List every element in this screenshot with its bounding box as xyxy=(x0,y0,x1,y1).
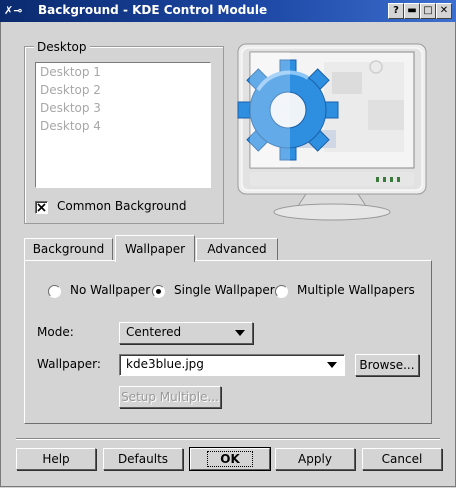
title-bar[interactable]: ✗⊸ Background - KDE Control Module ? ▬ □… xyxy=(0,0,456,22)
no-wallpaper-label[interactable]: No Wallpaper xyxy=(70,283,150,297)
apply-button[interactable]: Apply xyxy=(275,448,355,470)
no-wallpaper-radio[interactable] xyxy=(48,285,61,298)
list-item[interactable]: Desktop 4 xyxy=(40,119,101,133)
tab-advanced-label: Advanced xyxy=(207,242,267,256)
chevron-down-icon xyxy=(235,330,245,336)
browse-button[interactable]: Browse... xyxy=(355,354,419,376)
cancel-button[interactable]: Cancel xyxy=(362,448,442,470)
common-background-label[interactable]: Common Background xyxy=(57,199,186,213)
window-title: Background - KDE Control Module xyxy=(38,3,268,17)
radio-selected-dot xyxy=(156,289,161,294)
ok-button-label: OK xyxy=(207,451,253,467)
multiple-wallpapers-radio[interactable] xyxy=(275,285,288,298)
monitor-preview xyxy=(236,42,430,222)
help-window-button[interactable]: ? xyxy=(388,3,404,19)
desktop-list[interactable]: Desktop 1 Desktop 2 Desktop 3 Desktop 4 xyxy=(35,62,211,188)
mode-select[interactable]: Centered xyxy=(119,322,253,344)
mode-value: Centered xyxy=(126,325,182,339)
tab-advanced[interactable]: Advanced xyxy=(196,238,278,261)
list-item[interactable]: Desktop 3 xyxy=(40,101,101,115)
maximize-button[interactable]: □ xyxy=(420,3,436,19)
defaults-button[interactable]: Defaults xyxy=(103,448,183,470)
tab-wallpaper-label: Wallpaper xyxy=(124,242,186,256)
minimize-button[interactable]: ▬ xyxy=(404,3,420,19)
list-item[interactable]: Desktop 2 xyxy=(40,83,101,97)
common-background-checkbox[interactable] xyxy=(35,201,48,214)
desktop-group-title: Desktop xyxy=(34,40,90,54)
single-wallpaper-label[interactable]: Single Wallpaper xyxy=(174,283,275,297)
app-icon[interactable]: ✗⊸ xyxy=(4,3,30,19)
multiple-wallpapers-label[interactable]: Multiple Wallpapers xyxy=(297,283,415,297)
tab-background[interactable]: Background xyxy=(24,238,113,261)
list-item[interactable]: Desktop 1 xyxy=(40,65,101,79)
chevron-down-icon[interactable] xyxy=(327,362,337,368)
help-button[interactable]: Help xyxy=(16,448,96,470)
setup-multiple-button[interactable]: Setup Multiple... xyxy=(119,386,221,408)
tab-wallpaper[interactable]: Wallpaper xyxy=(115,235,195,262)
ok-button[interactable]: OK xyxy=(189,447,271,471)
check-mark-icon xyxy=(37,203,46,212)
mode-label: Mode: xyxy=(37,325,74,339)
footer-separator xyxy=(16,438,440,440)
wallpaper-combo[interactable]: kde3blue.jpg xyxy=(119,354,345,376)
wallpaper-label: Wallpaper: xyxy=(37,357,101,371)
single-wallpaper-radio[interactable] xyxy=(152,285,165,298)
close-button[interactable]: ✕ xyxy=(436,3,452,19)
wallpaper-value: kde3blue.jpg xyxy=(126,357,204,371)
tab-background-label: Background xyxy=(32,242,105,256)
